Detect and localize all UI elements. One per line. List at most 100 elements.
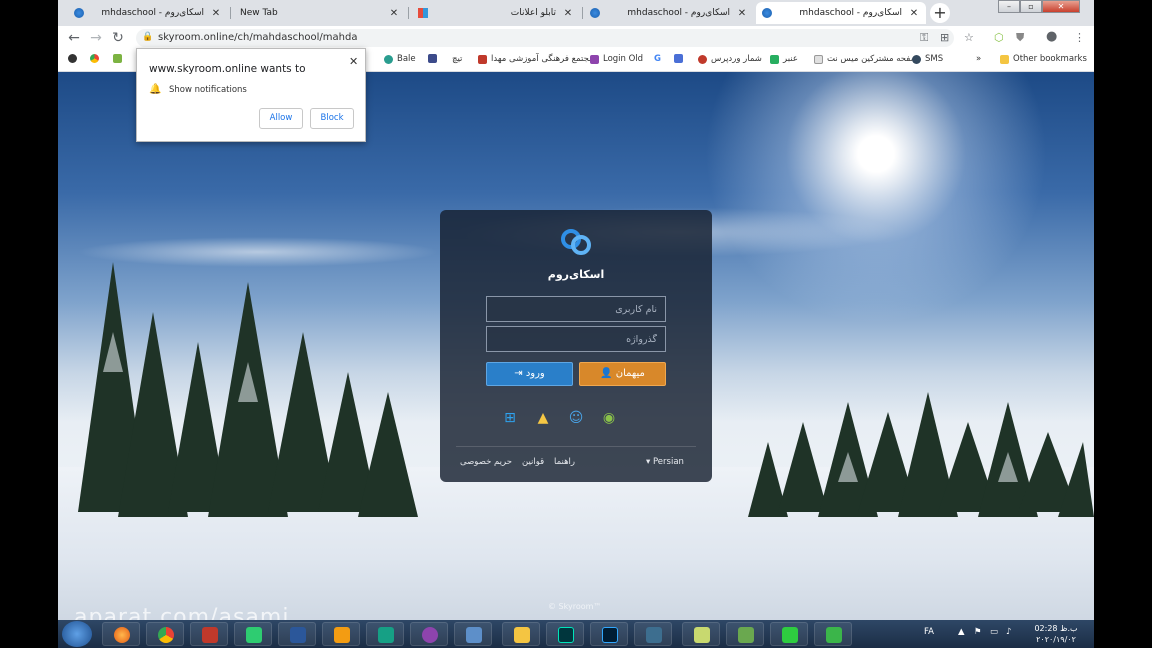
close-icon[interactable]: ✕: [736, 8, 748, 19]
tab-3[interactable]: تابلو اعلانات ✕: [412, 2, 580, 24]
bookmark-translate[interactable]: [674, 54, 687, 63]
block-button[interactable]: Block: [310, 108, 354, 129]
folder-icon: [1000, 54, 1009, 64]
tab-title: mhdaschool - اسکای‌روم: [799, 8, 902, 18]
taskbar-app-4[interactable]: [234, 622, 272, 646]
start-button-icon[interactable]: [62, 621, 92, 647]
tab-4[interactable]: mhdaschool - اسکای‌روم ✕: [584, 2, 754, 24]
taskbar-chrome[interactable]: [146, 622, 184, 646]
close-icon[interactable]: ✕: [908, 8, 920, 19]
window-controls: – ▫ ✕: [998, 0, 1080, 14]
guide-link[interactable]: راهنما: [554, 457, 575, 467]
taskbar-app-13[interactable]: [634, 622, 672, 646]
password-input[interactable]: [486, 326, 666, 352]
chrome-icon: [158, 627, 174, 643]
close-icon[interactable]: ✕: [210, 8, 222, 19]
globe-icon: [912, 54, 921, 64]
other-bookmarks[interactable]: Other bookmarks: [1000, 54, 1087, 64]
address-bar[interactable]: 🔒 skyroom.online/ch/mahdaschool/mahda: [136, 29, 954, 47]
maximize-icon[interactable]: ▫: [1020, 0, 1042, 13]
tab-2[interactable]: New Tab ✕: [234, 2, 406, 24]
flag-icon[interactable]: ⚑: [974, 627, 982, 637]
star-icon[interactable]: ☆: [964, 31, 974, 44]
taskbar-app-9[interactable]: [454, 622, 492, 646]
bookmark-google[interactable]: G: [654, 54, 661, 64]
tab-title: mhdaschool - اسکای‌روم: [627, 8, 730, 18]
taskbar-app-17[interactable]: [814, 622, 852, 646]
footer-divider: [456, 446, 696, 447]
login-button[interactable]: ⇥ ورود: [486, 362, 573, 386]
close-window-icon[interactable]: ✕: [1042, 0, 1080, 13]
taskbar-explorer[interactable]: [502, 622, 540, 646]
taskbar-firefox[interactable]: [102, 622, 140, 646]
tray-arrow-icon[interactable]: ▲: [958, 627, 965, 637]
bookmark-anbar[interactable]: عنبر: [770, 54, 798, 64]
volume-icon[interactable]: ♪: [1006, 627, 1011, 637]
taskbar-app-7[interactable]: [366, 622, 404, 646]
menu-dots-icon[interactable]: ⋮: [1074, 31, 1085, 44]
app-icon: [466, 627, 482, 643]
login-old-icon: [590, 54, 599, 64]
apple-icon[interactable]: [632, 408, 652, 428]
taskbar-audition[interactable]: [546, 622, 584, 646]
bookmark-mahda[interactable]: مجتمع فرهنگی آموزشی مهدا: [478, 54, 594, 64]
close-icon[interactable]: ✕: [562, 8, 574, 19]
windows-taskbar: FA ▲ ⚑ ▭ ♪ 02:28 ب.ظ ۲۰۲۰/۱۹/۰۲: [58, 620, 1094, 648]
bookmarks-overflow-button[interactable]: »: [976, 54, 981, 64]
bookmark-misnet[interactable]: صفحه مشترکین میس نت: [814, 54, 918, 64]
system-clock[interactable]: 02:28 ب.ظ ۲۰۲۰/۱۹/۰۲: [1028, 623, 1084, 645]
tab-1[interactable]: mhdaschool - اسکای‌روم ✕: [68, 2, 228, 24]
profile-icon[interactable]: ●: [1046, 29, 1057, 44]
android-icon[interactable]: ◉: [599, 408, 619, 428]
bookmark-tech[interactable]: [428, 54, 441, 63]
app-icon: [378, 627, 394, 643]
tab-5-active[interactable]: mhdaschool - اسکای‌روم ✕: [756, 2, 926, 24]
taskbar-app-8[interactable]: [410, 622, 448, 646]
taskbar-app-14[interactable]: [682, 622, 720, 646]
monitor-icon[interactable]: ▭: [990, 627, 998, 637]
language-indicator[interactable]: FA: [924, 627, 934, 637]
bookmark-wordpress[interactable]: شمار وردپرس: [698, 54, 762, 64]
anbar-icon: [770, 54, 779, 64]
skyroom-favicon-icon: [590, 8, 600, 18]
tab-separator: [230, 7, 231, 19]
close-icon[interactable]: ✕: [349, 55, 358, 68]
aparat-watermark: aparat.com/asami: [74, 605, 290, 620]
tech-icon: [428, 54, 437, 63]
taskbar-photoshop[interactable]: [590, 622, 628, 646]
extension-icon[interactable]: ⬡: [994, 31, 1004, 44]
taskbar-word[interactable]: [278, 622, 316, 646]
windows-icon[interactable]: ⊞: [500, 408, 520, 428]
translate-icon[interactable]: ⊞: [940, 31, 949, 44]
bookmark-tich[interactable]: تیچ: [452, 54, 462, 64]
linux-icon[interactable]: ▲: [533, 408, 553, 428]
mac-finder-icon[interactable]: ☺: [566, 408, 586, 428]
bookmark-green-icon[interactable]: [113, 54, 126, 63]
minimize-icon[interactable]: –: [998, 0, 1020, 13]
bookmark-bale[interactable]: Bale: [384, 54, 416, 64]
new-tab-button[interactable]: +: [930, 3, 950, 23]
bookmark-sms[interactable]: SMS: [912, 54, 943, 64]
allow-button[interactable]: Allow: [259, 108, 303, 129]
bookmark-login-old[interactable]: Login Old: [590, 54, 643, 64]
username-input[interactable]: [486, 296, 666, 322]
folder-icon: [514, 627, 530, 643]
bookmark-chrome-icon[interactable]: [90, 54, 103, 63]
taskbar-media[interactable]: [322, 622, 360, 646]
language-select[interactable]: ▾ Persian: [646, 457, 684, 467]
bookmark-github-icon[interactable]: [68, 54, 81, 63]
guest-button[interactable]: 👤 میهمان: [579, 362, 666, 386]
taskbar-app-3[interactable]: [190, 622, 228, 646]
lock-icon[interactable]: 🔒: [142, 32, 153, 42]
guest-button-label: میهمان: [615, 368, 645, 379]
shield-icon[interactable]: ⛊: [1016, 31, 1024, 45]
close-icon[interactable]: ✕: [388, 8, 400, 19]
taskbar-app-16[interactable]: [770, 622, 808, 646]
rules-link[interactable]: قوانین: [522, 457, 544, 467]
privacy-link[interactable]: حریم خصوصی: [460, 457, 512, 467]
back-arrow-icon[interactable]: ←: [66, 30, 82, 46]
key-icon[interactable]: ⚿: [920, 31, 928, 45]
forward-arrow-icon[interactable]: →: [88, 30, 104, 46]
taskbar-app-15[interactable]: [726, 622, 764, 646]
reload-icon[interactable]: ↻: [110, 30, 126, 46]
